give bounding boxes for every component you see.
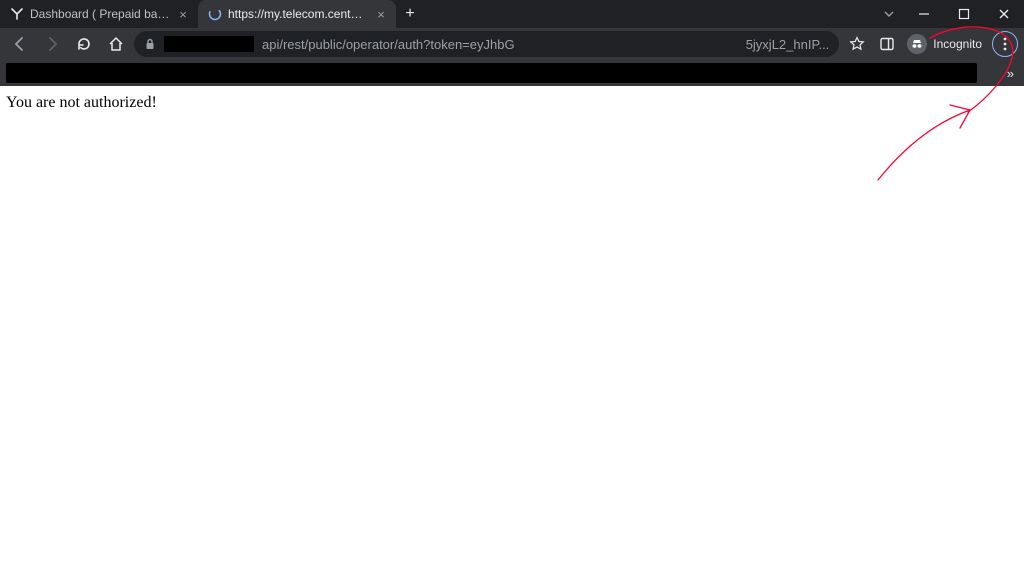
window-minimize-button[interactable] [904, 0, 944, 28]
bookmark-bar: » [0, 60, 1024, 86]
bookmark-overflow-button[interactable]: » [1003, 66, 1018, 81]
browser-titlebar: Dashboard ( Prepaid balance ) × https://… [0, 0, 1024, 28]
incognito-label: Incognito [933, 37, 982, 51]
back-button[interactable] [6, 30, 34, 58]
window-close-button[interactable] [984, 0, 1024, 28]
window-maximize-button[interactable] [944, 0, 984, 28]
incognito-icon [907, 34, 927, 54]
toolbar-actions: Incognito [843, 30, 1018, 58]
tab-title: https://my.telecom.center/api/re [228, 7, 368, 21]
url-path-left: api/rest/public/operator/auth?token=eyJh… [262, 37, 515, 52]
lock-icon [144, 38, 156, 50]
y-icon [10, 7, 24, 21]
chevron-down-icon[interactable] [874, 0, 904, 28]
page-content: You are not authorized! [0, 86, 1024, 576]
spinner-icon [208, 7, 222, 21]
incognito-indicator[interactable]: Incognito [903, 34, 986, 54]
home-button[interactable] [102, 30, 130, 58]
tab-api-response[interactable]: https://my.telecom.center/api/re × [198, 0, 396, 28]
tab-dashboard[interactable]: Dashboard ( Prepaid balance ) × [0, 0, 198, 28]
redacted-bookmark-area [6, 63, 977, 83]
new-tab-button[interactable]: + [396, 0, 424, 28]
url-path-right: 5jyxjL2_hnIP... [746, 37, 830, 52]
redacted-host [164, 36, 254, 52]
close-icon[interactable]: × [374, 7, 388, 21]
reload-button[interactable] [70, 30, 98, 58]
browser-menu-button[interactable] [992, 31, 1018, 57]
side-panel-button[interactable] [873, 30, 901, 58]
tab-strip: Dashboard ( Prepaid balance ) × https://… [0, 0, 424, 28]
close-icon[interactable]: × [176, 7, 190, 21]
auth-error-text: You are not authorized! [6, 94, 157, 111]
forward-button[interactable] [38, 30, 66, 58]
address-bar[interactable]: api/rest/public/operator/auth?token=eyJh… [134, 31, 839, 57]
tab-title: Dashboard ( Prepaid balance ) [30, 7, 170, 21]
bookmark-star-button[interactable] [843, 30, 871, 58]
browser-toolbar: api/rest/public/operator/auth?token=eyJh… [0, 28, 1024, 60]
